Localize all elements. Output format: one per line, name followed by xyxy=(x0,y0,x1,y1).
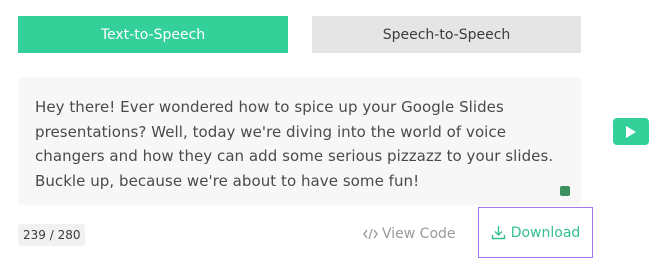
text-input-area[interactable]: Hey there! Ever wondered how to spice up… xyxy=(18,77,581,205)
view-code-button[interactable]: View Code xyxy=(363,223,456,245)
play-button[interactable] xyxy=(613,118,649,145)
download-label: Download xyxy=(510,224,581,241)
play-icon xyxy=(625,125,637,139)
tts-widget: Text-to-Speech Speech-to-Speech Hey ther… xyxy=(0,0,668,275)
tab-text-to-speech[interactable]: Text-to-Speech xyxy=(18,16,288,53)
tab-speech-to-speech[interactable]: Speech-to-Speech xyxy=(312,16,581,53)
character-counter-value: 239 / 280 xyxy=(23,228,81,242)
input-text[interactable]: Hey there! Ever wondered how to spice up… xyxy=(35,95,555,193)
character-counter: 239 / 280 xyxy=(18,224,86,246)
download-icon xyxy=(491,225,506,240)
resize-handle[interactable] xyxy=(560,186,570,196)
download-button[interactable]: Download xyxy=(478,207,593,258)
code-icon xyxy=(363,228,378,240)
tab-text-to-speech-label: Text-to-Speech xyxy=(100,26,206,43)
view-code-label: View Code xyxy=(382,226,456,242)
tab-speech-to-speech-label: Speech-to-Speech xyxy=(382,26,511,43)
